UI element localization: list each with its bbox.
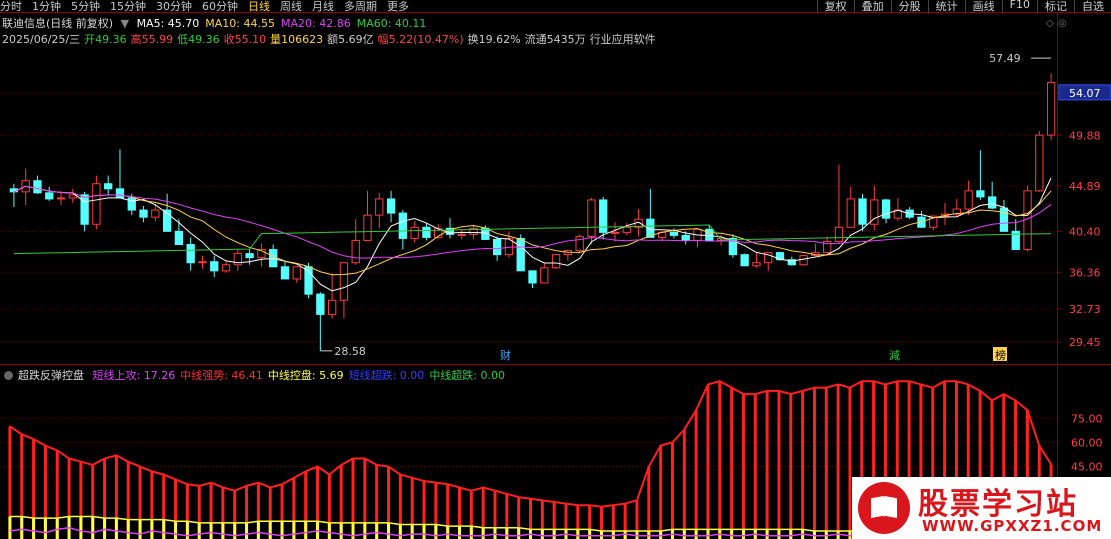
indicator-value-1: 中线强势: 46.41 (180, 369, 263, 382)
candle-body (351, 239, 360, 264)
candle-body (528, 270, 537, 284)
candle-body (752, 262, 761, 267)
candle-body (976, 190, 985, 198)
candle-body (139, 209, 148, 218)
high-label: 57.49 (989, 52, 1021, 65)
candle-body (622, 226, 631, 233)
price-tick-label: 49.88 (1069, 129, 1101, 142)
candle-body (327, 299, 337, 315)
candle-body (92, 183, 101, 225)
indicator-tick-label: 75.00 (1071, 412, 1103, 425)
indicator-legend: 短线上攻: 17.26 中线强势: 46.41 中线控盘: 5.69 短线超跌: 0.… (93, 369, 511, 382)
candle-body (988, 196, 997, 209)
kline-chart[interactable]: ◇ ◎ 54.07 49.88 44.89 40.40 36.36 32.73 29.45 57.… (0, 0, 1111, 539)
low-label: 28.58 (334, 345, 366, 358)
candle-body (398, 212, 408, 239)
candle-body (516, 237, 525, 272)
settings-icon: ◎ (1058, 18, 1067, 29)
candle-body (799, 255, 808, 266)
indicator-value-3: 短线超跌: 0.00 (348, 369, 425, 382)
price-tick-label: 32.73 (1069, 303, 1101, 316)
indicator-header: 超跌反弹控盘 短线上攻: 17.26 中线强势: 46.41 中线控盘: 5.69 短… (4, 367, 515, 383)
candle-body (681, 234, 690, 241)
price-tick-label: 40.40 (1069, 225, 1101, 238)
candle-body (339, 262, 349, 301)
indicator-value-0: 短线上攻: 17.26 (92, 369, 176, 382)
candle-body (127, 197, 136, 211)
candle-body (198, 261, 207, 264)
candle-body (881, 199, 891, 219)
indicator-tick-label: 45.00 (1071, 461, 1103, 474)
candle-body (280, 266, 290, 280)
candle-body (740, 254, 749, 267)
candle-body (210, 261, 219, 272)
candle-body (610, 231, 620, 234)
candle-body (422, 226, 431, 238)
indicator-value-4: 中线超跌: 0.00 (429, 369, 506, 382)
indicator-name: 超跌反弹控盘 (18, 369, 84, 382)
candle-body (540, 267, 549, 284)
candle-body (846, 198, 855, 228)
indicator-tick-label: 60.00 (1071, 436, 1103, 449)
candle-body (551, 254, 561, 269)
candle-body (705, 228, 714, 241)
indicator-value-2: 中线控盘: 5.69 (267, 369, 344, 382)
candle-body (186, 244, 195, 264)
candle-body (316, 293, 325, 315)
candle-body (174, 230, 184, 246)
candle-body (834, 226, 844, 242)
candle-body (221, 264, 231, 272)
candle-body (33, 180, 42, 194)
indicator-toggle-icon[interactable] (4, 371, 13, 380)
candle-body (410, 226, 419, 239)
candle-body (575, 235, 584, 252)
candle-body (115, 188, 125, 199)
price-tick-label: 29.45 (1069, 336, 1101, 349)
site-watermark: 股票学习站 WWW.GPXXZ1.COM (852, 477, 1111, 539)
candle-body (386, 198, 396, 214)
candle-body (56, 197, 66, 200)
event-marker: 減 (889, 348, 900, 362)
event-marker: 财 (500, 348, 511, 362)
candle-body (858, 198, 867, 225)
watermark-logo-url: WWW.GPXXZ1.COM (922, 517, 1103, 535)
candle-body (245, 253, 254, 259)
candle-body (104, 183, 113, 190)
candle-body (363, 214, 372, 241)
candle-body (151, 209, 160, 218)
event-marker: 榜 (995, 348, 1006, 362)
candle-body (457, 233, 466, 236)
candle-body (587, 199, 596, 237)
candle-body (492, 238, 502, 256)
candle-body (375, 198, 384, 216)
price-tick-label: 36.36 (1069, 266, 1101, 279)
price-tick-label: 54.07 (1069, 87, 1101, 100)
price-tick-label: 44.89 (1069, 180, 1101, 193)
candle-body (292, 266, 301, 280)
book-logo-icon (858, 482, 910, 534)
candle-body (45, 192, 54, 200)
candle-body (669, 231, 679, 236)
candle-body (1035, 134, 1044, 192)
candle-body (1046, 81, 1056, 136)
candle-body (964, 190, 973, 210)
diamond-icon: ◇ (1046, 18, 1054, 29)
